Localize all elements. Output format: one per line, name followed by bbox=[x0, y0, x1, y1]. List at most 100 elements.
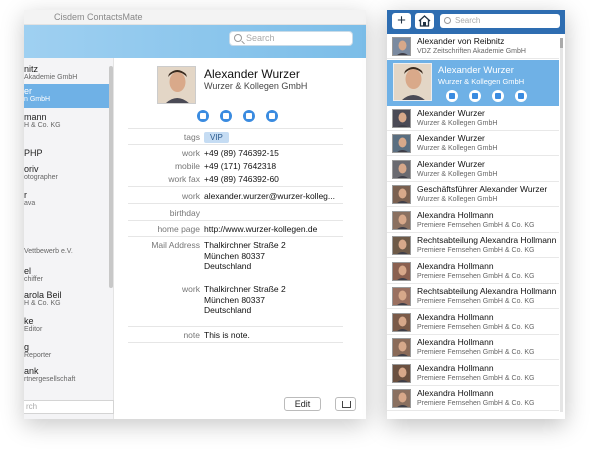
video-button[interactable] bbox=[492, 89, 504, 102]
contact-name: Alexandra Hollmann bbox=[417, 337, 494, 347]
contact-company: Wurzer & Kollegen GmbH bbox=[417, 119, 498, 127]
avatar bbox=[392, 389, 411, 408]
sidebar-contact-company: chiffer bbox=[24, 276, 43, 283]
quick-search-input[interactable]: Search bbox=[440, 14, 560, 28]
list-item[interactable]: Alexandra Hollmann Premiere Fernsehen Gmb… bbox=[387, 208, 559, 233]
selected-contact-company: Wurzer & Kollegen GmbH bbox=[438, 76, 525, 86]
contact-name: Alexandra Hollmann bbox=[417, 260, 494, 271]
list-item[interactable]: Alexandra Hollmann Premiere Fernsehen Gmb… bbox=[387, 310, 559, 335]
list-item[interactable]: Rechtsabteilung Alexandra Hollmann Premie… bbox=[387, 284, 559, 309]
contact-company: Premiere Fernsehen GmbH & Co. KG bbox=[417, 298, 535, 305]
video-button[interactable] bbox=[243, 110, 255, 122]
contact-detail: Alexander Wurzer Wurzer & Kollegen GmbH … bbox=[126, 58, 366, 419]
work-address[interactable]: Thalkirchner Straße 2 München 80337 Deut… bbox=[204, 284, 286, 316]
list-item[interactable]: Geschäftsführer Alexander Wurzer Wurzer &… bbox=[387, 182, 559, 207]
contact-photo bbox=[157, 66, 196, 104]
contact-name: Alexander Wurzer bbox=[417, 158, 485, 169]
sidebar-contact-company: ava bbox=[24, 200, 36, 207]
sidebar-contact-company: otographer bbox=[24, 174, 58, 181]
sidebar-contact[interactable]: er n GmbH bbox=[24, 84, 113, 108]
avatar bbox=[392, 363, 411, 383]
field-label: mobile bbox=[174, 161, 200, 171]
search-icon bbox=[234, 34, 242, 42]
sidebar-contact-name: r bbox=[24, 190, 27, 200]
sidebar-contact-company: H & Co. KG bbox=[24, 300, 61, 307]
home-icon[interactable] bbox=[415, 13, 434, 29]
list-item[interactable]: Alexandra Hollmann Premiere Fernsehen Gmb… bbox=[387, 361, 559, 386]
tag-vip[interactable]: VIP bbox=[204, 132, 229, 144]
share-icon[interactable] bbox=[335, 397, 356, 411]
field-label: tags bbox=[183, 132, 200, 142]
work-email[interactable]: alexander.wurzer@wurzer-kolleg... bbox=[204, 191, 335, 202]
sidebar-contact-name: ank bbox=[24, 366, 39, 376]
sidebar-contact[interactable]: mann H & Co. KG bbox=[24, 110, 113, 132]
divider bbox=[128, 326, 343, 327]
sidebar-contact-company: n GmbH bbox=[24, 96, 51, 103]
phone-button[interactable] bbox=[220, 110, 232, 122]
contact-name: Alexander Wurzer bbox=[417, 133, 485, 143]
sidebar-contact[interactable]: arola Beil H & Co. KG bbox=[24, 288, 113, 310]
home-page-link[interactable]: http://www.wurzer-kollegen.de bbox=[204, 224, 317, 235]
sidebar-contact-name: oriv bbox=[24, 164, 39, 174]
message-button[interactable] bbox=[446, 89, 458, 102]
avatar bbox=[392, 185, 411, 204]
sidebar-contact-company: H & Co. KG bbox=[24, 122, 61, 129]
list-item[interactable]: Alexander Wurzer Wurzer & Kollegen GmbH bbox=[387, 131, 559, 156]
work-phone[interactable]: +49 (89) 746392-15 bbox=[204, 148, 279, 159]
avatar bbox=[392, 108, 411, 128]
add-contact-button[interactable]: + bbox=[392, 13, 411, 29]
field-label: work bbox=[182, 148, 200, 158]
field-label: home page bbox=[157, 224, 200, 234]
sidebar-contact[interactable]: nitz Akademie GmbH bbox=[24, 62, 113, 84]
toolbar: Search bbox=[24, 25, 366, 58]
avatar bbox=[392, 210, 411, 230]
email-button[interactable] bbox=[266, 110, 278, 122]
avatar bbox=[392, 159, 411, 179]
mail-address[interactable]: Thalkirchner Straße 2 München 80337 Deut… bbox=[204, 240, 286, 272]
divider bbox=[128, 220, 343, 221]
note-value[interactable]: This is note. bbox=[204, 330, 250, 341]
selected-contact-name: Alexander Wurzer bbox=[438, 64, 514, 76]
quick-list-scrollbar[interactable] bbox=[560, 38, 563, 412]
avatar bbox=[392, 261, 411, 281]
list-item[interactable]: Rechtsabteilung Alexandra Hollmann Premie… bbox=[387, 233, 559, 258]
list-item[interactable]: Alexandra Hollmann Premiere Fernsehen Gmb… bbox=[387, 259, 559, 284]
sidebar-contact-company: rtnergesellschaft bbox=[24, 376, 76, 383]
email-button[interactable] bbox=[515, 89, 527, 102]
message-button[interactable] bbox=[197, 110, 209, 122]
sidebar-contact-name: arola Beil bbox=[24, 290, 62, 300]
list-item[interactable]: Alexander Wurzer Wurzer & Kollegen GmbH bbox=[387, 106, 559, 131]
contact-name: Alexandra Hollmann bbox=[417, 362, 494, 373]
bottom-search-input[interactable]: rch bbox=[24, 400, 114, 414]
contact-name: Geschäftsführer Alexander Wurzer bbox=[417, 184, 548, 194]
phone-button[interactable] bbox=[469, 89, 481, 102]
contact-name: Rechtsabteilung Alexandra Hollmann bbox=[417, 235, 557, 245]
list-item[interactable]: Alexandra Hollmann Premiere Fernsehen Gmb… bbox=[387, 335, 559, 360]
sidebar-contact[interactable]: g Reporter bbox=[24, 340, 113, 362]
sidebar-contact-name: ke bbox=[24, 316, 34, 326]
sidebar-contact[interactable]: ke Editor bbox=[24, 314, 113, 336]
sidebar-contact-company: Akademie GmbH bbox=[24, 74, 78, 81]
search-input[interactable]: Search bbox=[229, 31, 353, 46]
contact-company: Premiere Fernsehen GmbH & Co. KG bbox=[417, 272, 535, 280]
sidebar-scrollbar[interactable] bbox=[109, 66, 113, 288]
contact-company: Wurzer & Kollegen GmbH bbox=[417, 196, 498, 203]
sidebar-contact[interactable]: ank rtnergesellschaft bbox=[24, 364, 113, 386]
list-item[interactable]: Alexandra Hollmann Premiere Fernsehen Gmb… bbox=[387, 386, 559, 411]
sidebar-contact[interactable]: r ava bbox=[24, 188, 113, 210]
list-item[interactable]: Alexander Wurzer Wurzer & Kollegen GmbH bbox=[387, 157, 559, 182]
sidebar-contact[interactable]: oriv otographer bbox=[24, 162, 113, 184]
sidebar-contact-company: Vettbewerb e.V. bbox=[24, 248, 73, 255]
mobile-phone[interactable]: +49 (171) 7642318 bbox=[204, 161, 276, 172]
quick-contacts-window: + Search Alexander von Reibnitz VDZ Zeits… bbox=[387, 10, 565, 419]
contact-name: Alexandra Hollmann bbox=[417, 311, 494, 322]
contact-name: Rechtsabteilung Alexandra Hollmann bbox=[417, 286, 557, 296]
list-item[interactable]: Alexander von Reibnitz VDZ Zeitschriften … bbox=[387, 34, 559, 59]
sidebar-contact[interactable]: el chiffer bbox=[24, 264, 113, 286]
selected-contact-card[interactable]: Alexander Wurzer Wurzer & Kollegen GmbH bbox=[387, 59, 559, 106]
divider bbox=[128, 128, 343, 129]
contact-sidebar: nitz Akademie GmbH er n GmbH mann H & Co. KG P… bbox=[24, 58, 114, 419]
edit-button[interactable]: Edit bbox=[284, 397, 321, 411]
divider bbox=[128, 342, 343, 343]
work-fax[interactable]: +49 (89) 746392-60 bbox=[204, 174, 279, 185]
